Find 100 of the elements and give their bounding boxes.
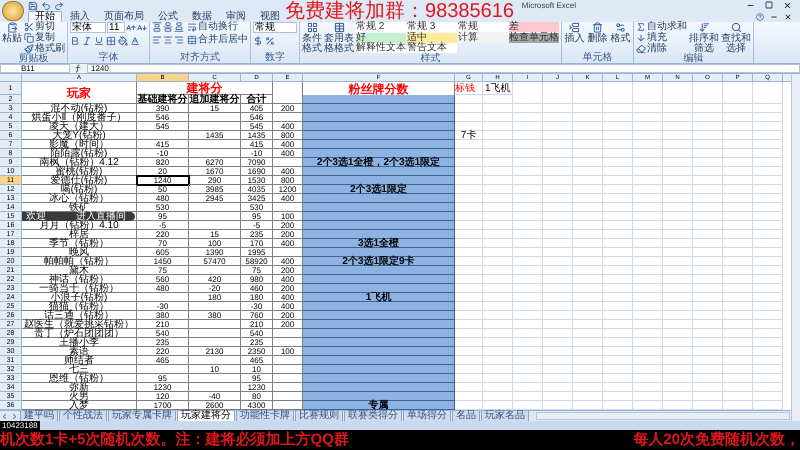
table-cell: 95 xyxy=(137,212,189,221)
clear-button[interactable]: 清除 xyxy=(636,44,687,54)
format-painter-button[interactable]: 格式刷 xyxy=(24,44,65,54)
sort-icon[interactable] xyxy=(698,22,710,33)
align-right-icon[interactable] xyxy=(174,35,184,45)
cell-style-swatch[interactable]: 计算 xyxy=(458,32,508,43)
ribbon-tab[interactable]: 审阅 xyxy=(220,11,252,22)
number-format-field[interactable]: 常规 xyxy=(253,22,297,33)
table-cell: 追加建将分 xyxy=(189,95,241,104)
ribbon-tab[interactable]: 页面布局 xyxy=(98,11,150,22)
grow-font-icon[interactable] xyxy=(126,22,136,32)
redo-icon[interactable] xyxy=(54,0,64,10)
arrow-down-icon[interactable] xyxy=(636,33,646,43)
table-cell: -10 xyxy=(137,149,189,158)
horizontal-scrollbar[interactable] xyxy=(536,412,790,420)
sheet-tab[interactable]: 名品 xyxy=(452,411,480,421)
cell-style-swatch[interactable]: 好 xyxy=(356,32,406,43)
ribbon-tab[interactable]: 数据 xyxy=(186,11,218,22)
vertical-scrollbar[interactable] xyxy=(791,74,800,421)
undo-icon[interactable] xyxy=(41,0,51,10)
conditional-format-button[interactable]: 条件格式 xyxy=(302,22,322,54)
formula-field[interactable]: 1240 xyxy=(87,64,800,73)
align-left-icon[interactable] xyxy=(152,35,162,45)
fill-button[interactable]: 填充 xyxy=(636,33,687,43)
sheet-tab[interactable]: 玩家专属卡牌 xyxy=(108,411,176,421)
align-center-icon[interactable] xyxy=(163,35,173,45)
ribbon-tab[interactable]: 公式 xyxy=(152,11,184,22)
sheet-tab[interactable]: 单场得分 xyxy=(403,411,451,421)
help-icon[interactable] xyxy=(756,12,764,20)
border-icon[interactable] xyxy=(106,36,116,46)
cell-style-swatch[interactable]: 适中 xyxy=(407,32,457,43)
previous-sheet-icon[interactable] xyxy=(0,412,9,420)
align-top-icon[interactable] xyxy=(152,22,162,32)
sheet-tab[interactable]: 玩家建将分 xyxy=(177,411,235,421)
merge-center-button[interactable]: 合并后居中 xyxy=(187,35,248,45)
settings-icon[interactable] xyxy=(615,22,626,33)
wrap-text-icon[interactable] xyxy=(187,22,197,32)
cell-style-swatch[interactable]: 差 xyxy=(509,22,559,32)
insert-button[interactable]: 插入 xyxy=(564,22,585,44)
table-cell: 460 xyxy=(241,284,273,293)
currency-icon[interactable] xyxy=(253,36,263,46)
sheet-tab[interactable]: 比赛规则 xyxy=(295,411,343,421)
paste-button[interactable]: 粘贴 xyxy=(2,22,22,54)
align-bottom-icon[interactable] xyxy=(174,22,184,32)
font-size-field[interactable]: 11 xyxy=(107,22,125,33)
sigma-icon[interactable] xyxy=(636,22,646,32)
wrap-text-button[interactable]: 自动换行 xyxy=(187,22,248,32)
font-color-icon[interactable] xyxy=(130,36,140,46)
fill-color-icon[interactable] xyxy=(118,36,128,46)
close-icon[interactable] xyxy=(783,1,792,10)
font-name-field[interactable]: 宋体 xyxy=(70,22,106,33)
cell-style-swatch[interactable]: 常规 xyxy=(458,22,508,32)
stream-id: 10423188 xyxy=(0,421,40,430)
align-middle-icon[interactable] xyxy=(163,22,173,32)
table-cell: 420 xyxy=(189,275,241,284)
cell-style-swatch[interactable]: 解释性文本 xyxy=(356,43,406,54)
paintbrush-icon[interactable] xyxy=(24,44,34,54)
delete-button[interactable]: 删除 xyxy=(587,22,608,44)
sheet-tab[interactable]: 功能性卡牌 xyxy=(236,411,294,421)
grid-icon[interactable] xyxy=(306,22,318,33)
merge-cells-icon[interactable] xyxy=(187,35,197,45)
next-sheet-icon[interactable] xyxy=(10,412,19,420)
function-icon[interactable] xyxy=(74,64,83,73)
percent-icon[interactable] xyxy=(265,36,275,46)
save-icon[interactable] xyxy=(28,0,38,10)
close-icon[interactable] xyxy=(784,12,792,20)
scissors-icon[interactable] xyxy=(24,22,34,32)
name-box[interactable]: B11 xyxy=(0,64,70,73)
table-icon[interactable] xyxy=(334,22,344,33)
trash-icon[interactable] xyxy=(592,22,603,33)
shrink-font-icon[interactable] xyxy=(137,22,147,32)
search-icon[interactable] xyxy=(730,22,742,33)
eraser-icon[interactable] xyxy=(636,44,646,54)
cell-style-swatch[interactable]: 常规 2 xyxy=(356,22,406,32)
sheet-tab[interactable]: 玩家名品 xyxy=(481,411,529,421)
ribbon-tab[interactable]: 视图 xyxy=(254,11,286,22)
clipboard-icon[interactable] xyxy=(6,22,18,33)
ribbon-tab[interactable]: 插入 xyxy=(64,11,96,22)
autosum-button[interactable]: 自动求和 xyxy=(636,22,687,32)
table-format-button[interactable]: 套用表格格式 xyxy=(324,22,354,54)
cut-button[interactable]: 剪切 xyxy=(24,22,65,32)
maximize-icon[interactable] xyxy=(765,1,773,9)
sort-filter-button[interactable]: 排序和筛选 xyxy=(689,22,719,54)
format-button[interactable]: 格式 xyxy=(610,22,631,44)
sheet-tab[interactable]: 个性战法 xyxy=(59,411,107,421)
bold-icon[interactable] xyxy=(70,36,80,46)
table-cell: 基础建将分 xyxy=(137,95,189,104)
cell-style-swatch[interactable]: 常规 3 xyxy=(407,22,457,32)
underline-icon[interactable] xyxy=(94,36,104,46)
copy-button[interactable]: 复制 xyxy=(24,33,65,43)
ticker-text: 机次数1卡+5次随机次数。注：建将必须加上方QQ群 xyxy=(0,431,349,449)
sheet-tab[interactable]: 建平吗 xyxy=(20,411,58,421)
italic-icon[interactable] xyxy=(82,36,92,46)
cell-style-swatch[interactable]: 检查单元格 xyxy=(509,32,559,43)
find-select-button[interactable]: 查找和选择 xyxy=(721,22,751,54)
ribbon-tab[interactable]: 开始 xyxy=(28,11,62,22)
sheet-tab[interactable]: 联赛类得分 xyxy=(344,411,402,421)
cell-style-swatch[interactable]: 警告文本 xyxy=(407,43,457,54)
copy-icon[interactable] xyxy=(24,33,34,43)
insert-rows-icon[interactable] xyxy=(569,22,580,33)
